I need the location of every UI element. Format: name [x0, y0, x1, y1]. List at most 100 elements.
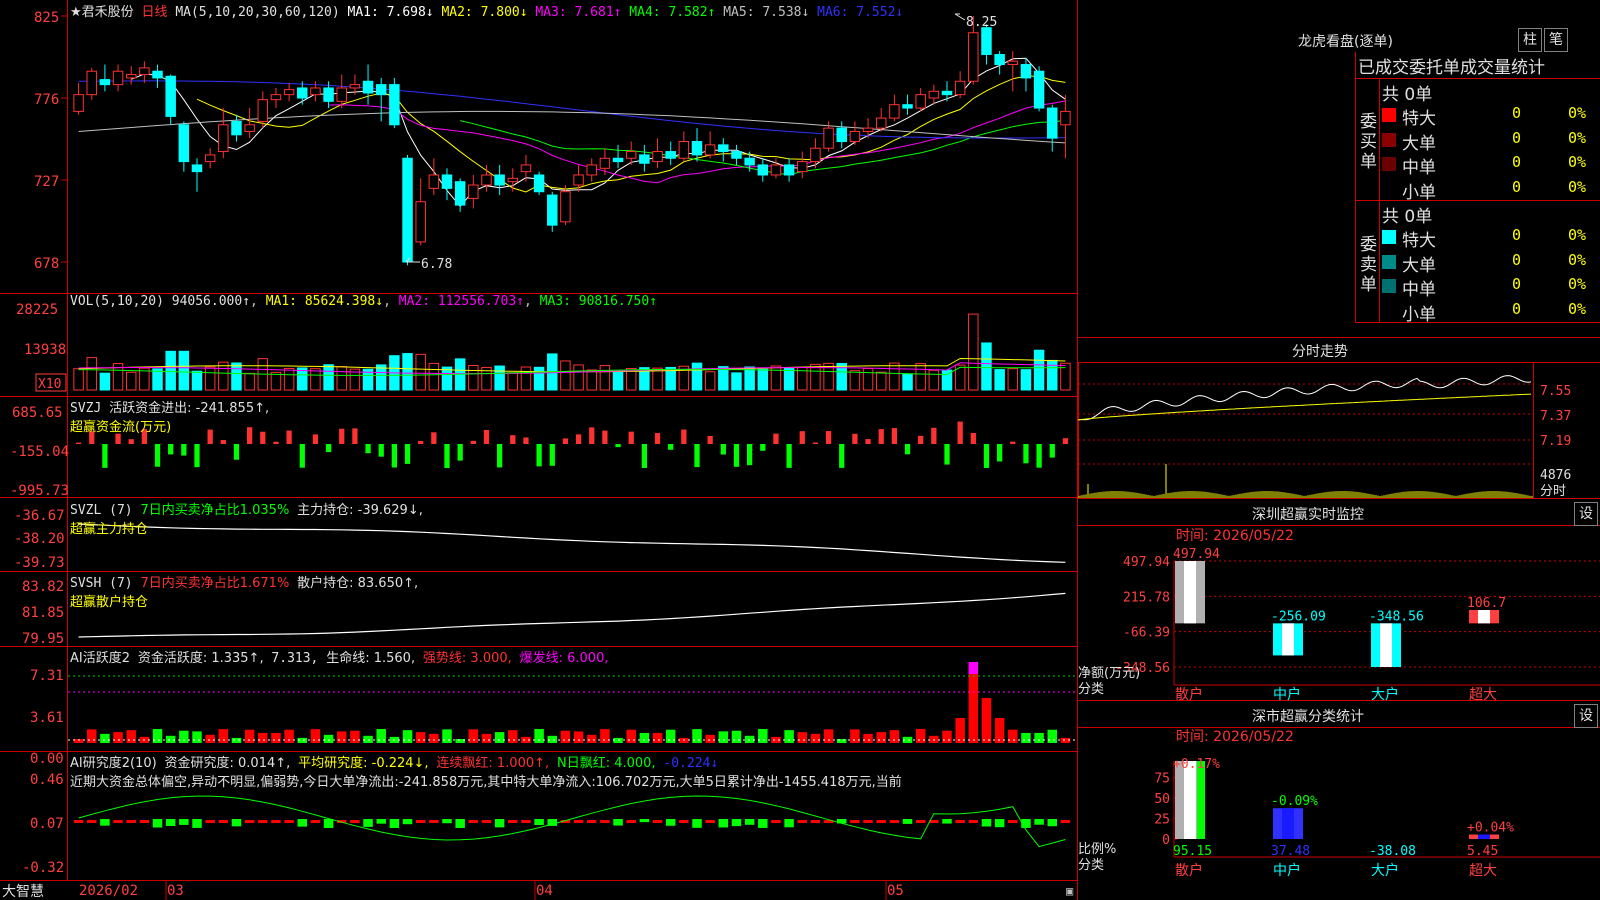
volume-bar	[928, 369, 940, 391]
candle	[889, 94, 900, 122]
activity-bar	[179, 730, 189, 743]
candle	[389, 77, 400, 129]
candle	[152, 64, 163, 88]
flow-bar	[760, 444, 766, 451]
order-row: 特大 0 0%	[1382, 104, 1600, 129]
flow-bar	[523, 437, 529, 444]
candle-body	[99, 79, 111, 86]
volume-bar	[1020, 369, 1032, 391]
research-bar	[613, 819, 623, 826]
activity-bar	[1008, 729, 1018, 743]
candle-body	[718, 144, 729, 153]
activity-bar	[534, 729, 544, 743]
intraday-price-line	[1078, 375, 1532, 421]
research-bar	[587, 820, 597, 823]
order-row: 小单 0 0%	[1382, 299, 1600, 325]
volume-bar	[902, 373, 913, 391]
activity-bar	[481, 733, 492, 743]
intraday-y-tick: 7.19	[1540, 434, 1571, 449]
research-bar	[679, 820, 689, 823]
svzl-sub: 超赢主力持仓	[70, 522, 149, 537]
y-tick: 0.00	[30, 751, 64, 767]
candle	[954, 71, 966, 98]
research-bar	[310, 820, 321, 823]
candle	[428, 158, 440, 196]
svsh-y-axis: 83.82 81.85 79.95	[22, 579, 64, 647]
main-header: ★君禾股份 日线 MA(5,10,20,30,60,120) MA1: 7.69…	[70, 1, 903, 20]
volume-bar	[244, 372, 255, 391]
research-bar	[350, 820, 360, 823]
flow-bar	[365, 444, 371, 454]
order-row: 特大 0 0%	[1382, 226, 1600, 251]
activity-bar	[744, 735, 755, 743]
candle	[770, 158, 782, 179]
volume-bar	[125, 371, 137, 391]
intraday-chart[interactable]: 7.55 7.37 7.19 4876 分时	[1078, 362, 1600, 499]
sz-class-settings-button[interactable]: 设	[1574, 704, 1598, 728]
candle	[468, 174, 479, 209]
volume-bar	[1007, 368, 1019, 391]
activity-bar	[587, 734, 597, 743]
y-tick: 28225	[16, 302, 58, 318]
flow-bar	[194, 444, 200, 468]
volume-bar	[731, 372, 742, 391]
research-bar	[139, 820, 150, 823]
candle-body	[441, 174, 453, 189]
flow-bar	[457, 444, 463, 461]
candle-body	[125, 74, 137, 79]
flow-bar	[339, 428, 345, 444]
volume-bar	[99, 372, 111, 391]
class-bar	[1273, 808, 1303, 839]
volume-bar	[218, 361, 229, 391]
bar-value-label: 497.94	[1173, 547, 1220, 562]
activity-bar	[573, 731, 584, 743]
ai2-d: N日飘红: 4.000,	[556, 756, 656, 771]
candle-body	[494, 174, 505, 186]
flow-bar	[983, 444, 990, 468]
row-value: 0	[1512, 153, 1522, 171]
bar-value-label: -348.56	[1369, 609, 1424, 624]
activity-bar	[547, 735, 557, 743]
vol-value: 94056.000↑	[171, 294, 251, 309]
candle	[586, 158, 597, 182]
candle-body	[1007, 60, 1019, 66]
flow-bar	[891, 428, 897, 444]
lock-icon[interactable]: ▣	[1066, 884, 1073, 898]
svzj-y-axis: 685.65 -155.04 -995.73	[10, 405, 69, 499]
flow-bar	[918, 435, 924, 444]
svzl-label: SVZL (7)	[70, 503, 133, 518]
candle-body	[1047, 107, 1058, 139]
candle	[139, 61, 150, 83]
flow-bar	[1023, 444, 1029, 464]
row-label: 小单	[1402, 182, 1436, 203]
row-label: 大单	[1402, 133, 1436, 154]
candle-body	[310, 87, 321, 96]
candle	[862, 118, 874, 139]
y-tick: 13938	[24, 342, 66, 358]
candle	[981, 24, 992, 65]
flow-bar	[997, 444, 1003, 462]
row-pct: 0%	[1568, 299, 1587, 318]
color-swatch	[1382, 230, 1396, 244]
candle-body	[797, 161, 808, 173]
activity-bar	[942, 730, 952, 743]
row-pct: 0%	[1568, 250, 1587, 269]
ai2-e: -0.224↓	[663, 756, 719, 771]
candle-body	[954, 80, 966, 96]
candle	[612, 144, 624, 169]
svzj-sub: 超赢资金流(万元)	[70, 420, 172, 435]
flow-bar	[510, 435, 516, 444]
bar-highlight	[1380, 623, 1392, 667]
research-bar	[231, 819, 242, 827]
row-label: 大单	[1402, 255, 1436, 276]
flow-bar	[944, 444, 950, 465]
volume-bar	[586, 369, 597, 391]
flow-bar	[602, 430, 608, 444]
ma4-value: MA4: 7.582↑	[629, 5, 716, 20]
svsh-sub: 超赢散户持仓	[70, 595, 149, 610]
flow-bar	[707, 435, 713, 444]
flow-bar	[352, 428, 358, 444]
research-bar	[429, 820, 439, 823]
sz-monitor-settings-button[interactable]: 设	[1574, 502, 1598, 526]
vol-unit: X10	[38, 377, 61, 392]
